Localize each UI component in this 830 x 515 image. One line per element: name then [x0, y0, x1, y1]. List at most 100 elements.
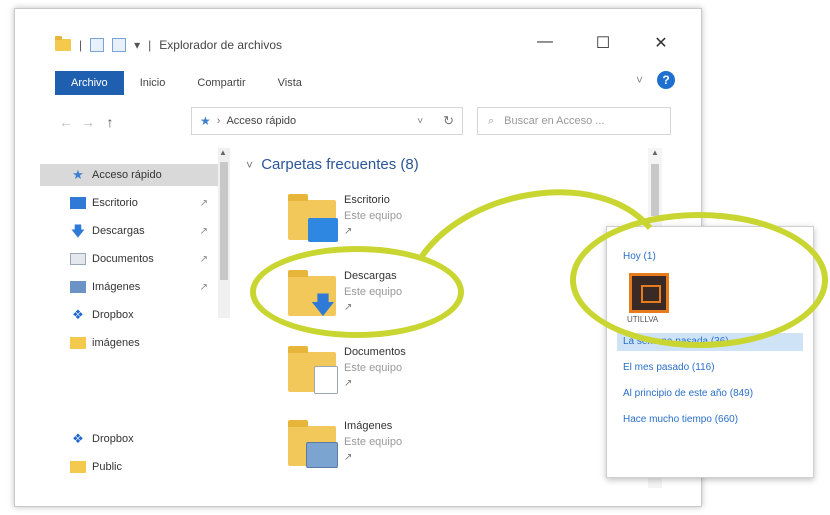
pin-icon: ↗ — [344, 452, 353, 463]
pin-icon: ↗ — [199, 253, 208, 265]
section-header[interactable]: ˅ Carpetas frecuentes (8) — [246, 156, 419, 173]
expand-ribbon-icon[interactable]: ˅ — [636, 73, 643, 87]
folder-icon[interactable] — [55, 36, 71, 51]
folder-name: Escritorio — [344, 194, 390, 206]
sidebar-item-public[interactable]: Public — [40, 456, 220, 478]
sidebar-item-label: Documentos — [92, 253, 154, 265]
folder-name: Imágenes — [344, 420, 393, 432]
pictures-icon — [70, 281, 86, 293]
separator: | — [148, 38, 152, 52]
refresh-icon[interactable]: ↻ — [443, 113, 454, 129]
sidebar-scrollbar[interactable]: ▲ — [218, 148, 230, 318]
breadcrumb[interactable]: Acceso rápido — [226, 115, 296, 127]
close-button[interactable]: ✕ — [651, 33, 671, 53]
sidebar-item-label: Dropbox — [92, 309, 134, 321]
document-icon — [314, 366, 338, 394]
download-icon: 🡇 — [310, 292, 336, 319]
breadcrumb-separator: › — [216, 115, 221, 127]
sidebar-item-dropbox-root[interactable]: ❖ Dropbox — [40, 428, 220, 450]
folder-item-escritorio[interactable]: Escritorio Este equipo ↗ — [288, 194, 448, 256]
tab-inicio[interactable]: Inicio — [124, 71, 182, 95]
sidebar-item-imagenes-folder[interactable]: imágenes — [40, 332, 220, 354]
customize-arrow-icon[interactable]: ▾ — [134, 38, 140, 52]
app-label: UTILLVA — [627, 315, 659, 324]
pin-icon: ↗ — [344, 378, 353, 389]
folder-location: Este equipo — [344, 436, 403, 448]
folder-name: Documentos — [344, 346, 406, 358]
sidebar-item-label: imágenes — [92, 337, 140, 349]
sidebar-item-escritorio[interactable]: Escritorio ↗ — [40, 192, 220, 214]
sidebar-item-imagenes[interactable]: Imágenes ↗ — [40, 276, 220, 298]
sidebar-item-label: Dropbox — [92, 433, 134, 445]
maximize-button[interactable]: ☐ — [593, 33, 613, 53]
up-button[interactable]: ↑ — [99, 114, 121, 130]
chevron-down-icon: ˅ — [246, 158, 254, 172]
dropbox-icon: ❖ — [72, 431, 84, 446]
scroll-up-icon[interactable]: ▲ — [219, 148, 227, 157]
app-icon[interactable] — [629, 273, 669, 313]
group-earlier-this-year[interactable]: Al principio de este año (849) — [617, 385, 803, 403]
scrollbar-thumb[interactable] — [220, 162, 228, 280]
search-box[interactable]: ⌕ Buscar en Acceso ... — [477, 107, 671, 135]
window-controls: — ☐ ✕ — [535, 33, 671, 53]
document-icon — [70, 253, 86, 265]
quick-access-toolbar: | ▾ | Explorador de archivos — [55, 36, 282, 52]
folder-item-documentos[interactable]: Documentos Este equipo ↗ — [288, 346, 448, 408]
title-bar: | ▾ | Explorador de archivos — ☐ ✕ — [15, 9, 701, 55]
scroll-up-icon[interactable]: ▲ — [651, 148, 659, 157]
sidebar-item-documentos[interactable]: Documentos ↗ — [40, 248, 220, 270]
folder-icon — [288, 194, 338, 242]
forward-button[interactable]: → — [77, 114, 99, 130]
jump-list-popup: Hoy (1) UTILLVA La semana pasada (36) El… — [606, 226, 814, 478]
help-icon[interactable]: ? — [657, 71, 675, 89]
ribbon-controls: ˅ ? — [636, 71, 675, 89]
quick-access-icon: ★ — [200, 114, 211, 128]
folder-icon — [70, 461, 86, 473]
desktop-icon — [70, 197, 86, 209]
properties-icon[interactable] — [90, 38, 105, 52]
sidebar-item-label: Escritorio — [92, 197, 138, 209]
sidebar-item-dropbox[interactable]: ❖ Dropbox — [40, 304, 220, 326]
search-icon: ⌕ — [488, 114, 495, 127]
ribbon-tabs: Archivo Inicio Compartir Vista — [55, 71, 318, 95]
folder-icon: 🡇 — [288, 270, 336, 319]
folder-location: Este equipo — [344, 362, 403, 374]
pictures-icon — [306, 442, 338, 468]
group-long-ago[interactable]: Hace mucho tiempo (660) — [617, 411, 803, 429]
tab-vista[interactable]: Vista — [262, 71, 318, 95]
pin-icon: ↗ — [344, 302, 353, 313]
pin-icon: ↗ — [199, 225, 208, 237]
group-last-week[interactable]: La semana pasada (36) — [617, 333, 803, 351]
dropbox-icon: ❖ — [72, 307, 84, 322]
sidebar-item-label: Public — [92, 461, 122, 473]
folder-location: Este equipo — [344, 286, 403, 298]
address-bar[interactable]: ★ › Acceso rápido ˅ ↻ — [191, 107, 463, 135]
pin-icon: ↗ — [199, 197, 208, 209]
sidebar-item-acceso-rapido[interactable]: ★ Acceso rápido — [40, 164, 220, 186]
content-pane: ˅ Carpetas frecuentes (8) Escritorio Est… — [240, 148, 660, 488]
folder-location: Este equipo — [344, 210, 403, 222]
navigation-bar: ← → ↑ ★ › Acceso rápido ˅ ↻ ⌕ Buscar en … — [55, 107, 675, 137]
search-placeholder[interactable]: Buscar en Acceso ... — [504, 115, 604, 127]
back-button[interactable]: ← — [55, 114, 77, 130]
star-icon: ★ — [72, 167, 84, 182]
sidebar-item-label: Acceso rápido — [92, 169, 162, 181]
folder-item-descargas[interactable]: 🡇 Descargas Este equipo ↗ — [288, 270, 448, 332]
group-last-month[interactable]: El mes pasado (116) — [617, 359, 803, 377]
tab-archivo[interactable]: Archivo — [55, 71, 124, 95]
scrollbar-thumb[interactable] — [651, 164, 659, 216]
pin-icon: ↗ — [199, 281, 208, 293]
sidebar-item-label: Descargas — [92, 225, 145, 237]
folder-item-imagenes[interactable]: Imágenes Este equipo ↗ — [288, 420, 448, 482]
pin-icon: ↗ — [344, 226, 353, 237]
minimize-button[interactable]: — — [535, 33, 555, 53]
folder-name: Descargas — [344, 270, 397, 282]
tab-compartir[interactable]: Compartir — [181, 71, 261, 95]
chevron-down-icon[interactable]: ˅ — [417, 116, 423, 127]
desktop-icon — [308, 218, 338, 242]
sidebar-item-label: Imágenes — [92, 281, 141, 293]
sidebar-item-descargas[interactable]: 🡇 Descargas ↗ — [40, 220, 220, 242]
group-today: Hoy (1) — [623, 251, 656, 262]
new-folder-icon[interactable] — [112, 38, 127, 52]
folder-icon — [288, 346, 338, 394]
